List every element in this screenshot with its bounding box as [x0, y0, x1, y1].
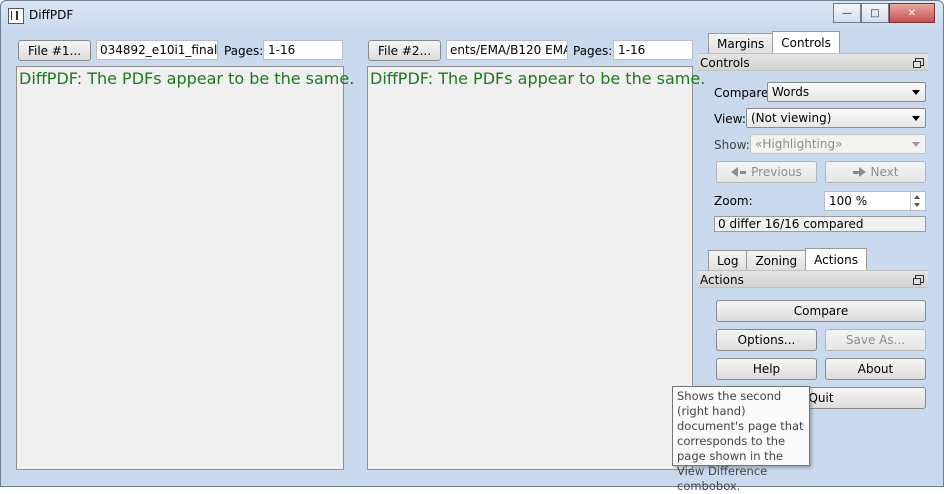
minimize-button[interactable]: — — [833, 3, 861, 23]
close-button[interactable]: ✕ — [889, 3, 935, 23]
options-button[interactable]: Options... — [716, 329, 817, 351]
maximize-button[interactable]: □ — [861, 3, 889, 23]
view-select[interactable]: (Not viewing) — [746, 108, 926, 128]
compare-select[interactable]: Words — [767, 82, 926, 102]
zoom-label: Zoom: — [714, 194, 753, 208]
left-same-message: DiffPDF: The PDFs appear to be the same. — [19, 69, 355, 88]
chevron-down-icon — [912, 142, 920, 147]
top-tab-bar: Margins Controls — [708, 31, 840, 53]
compare-select-value: Words — [772, 85, 810, 99]
actions-dock-title-label: Actions — [700, 273, 744, 287]
file1-button[interactable]: File #1... — [18, 40, 91, 61]
next-button-label: Next — [870, 165, 899, 179]
file2-pages-label: Pages: — [573, 44, 613, 58]
file2-pages-input[interactable]: 1-16 — [613, 40, 693, 60]
title-bar[interactable]: DiffPDF — □ ✕ — [1, 1, 943, 31]
minimize-icon: — — [842, 7, 852, 19]
previous-button-label: Previous — [751, 165, 802, 179]
right-same-message: DiffPDF: The PDFs appear to be the same. — [370, 69, 706, 88]
controls-dock-title[interactable]: Controls — [698, 53, 928, 71]
float-window-icon[interactable] — [913, 275, 924, 285]
view-select-value: (Not viewing) — [751, 111, 832, 125]
chevron-down-icon — [912, 90, 920, 95]
tab-zoning-label: Zoning — [755, 253, 798, 268]
compare-label: Compare: — [714, 86, 773, 100]
bottom-tab-bar: Log Zoning Actions — [708, 248, 868, 270]
about-button[interactable]: About — [825, 358, 926, 380]
next-button[interactable]: Next — [825, 161, 926, 183]
file1-pages-input[interactable]: 1-16 — [263, 40, 343, 60]
tab-controls-label: Controls — [781, 35, 831, 50]
show-select-value: «Highlighting» — [755, 137, 843, 151]
tooltip: Shows the second (right hand) document's… — [672, 386, 810, 493]
arrow-left-icon — [731, 167, 739, 177]
file2-path-input[interactable]: ents/EMA/B120 EMA.pdf — [446, 40, 568, 60]
window-title: DiffPDF — [29, 8, 74, 22]
compare-button[interactable]: Compare — [716, 300, 926, 322]
tab-controls[interactable]: Controls — [772, 31, 840, 53]
app-icon — [8, 8, 24, 24]
previous-button[interactable]: Previous — [716, 161, 817, 183]
zoom-stepper[interactable] — [910, 192, 925, 210]
zoom-value: 100 % — [829, 194, 868, 208]
spin-up-icon[interactable] — [914, 195, 920, 199]
save-as-button[interactable]: Save As... — [825, 329, 926, 351]
tab-margins[interactable]: Margins — [708, 33, 774, 53]
spin-down-icon[interactable] — [914, 203, 920, 207]
chevron-down-icon — [912, 116, 920, 121]
show-label: Show: — [714, 138, 750, 152]
tab-log[interactable]: Log — [708, 250, 748, 270]
tab-log-label: Log — [717, 253, 739, 268]
file1-path-input[interactable]: 034892_e10i1_final.pdf — [96, 40, 218, 60]
arrow-left-icon-shaft — [740, 170, 747, 174]
file2-button[interactable]: File #2... — [368, 40, 441, 61]
actions-dock-title[interactable]: Actions — [698, 270, 928, 288]
tab-zoning[interactable]: Zoning — [746, 250, 807, 270]
controls-dock-title-label: Controls — [700, 56, 750, 70]
help-button[interactable]: Help — [716, 358, 817, 380]
tab-actions-label: Actions — [814, 252, 859, 267]
left-document-view[interactable]: DiffPDF: The PDFs appear to be the same. — [16, 66, 354, 470]
close-icon: ✕ — [907, 7, 917, 19]
status-label: 0 differ 16/16 compared — [714, 216, 926, 232]
view-label: View: — [714, 112, 746, 126]
zoom-spinbox[interactable]: 100 % — [824, 191, 926, 211]
file1-pages-label: Pages: — [224, 44, 264, 58]
right-document-view[interactable]: DiffPDF: The PDFs appear to be the same. — [367, 66, 705, 470]
tab-margins-label: Margins — [717, 36, 765, 51]
arrow-right-icon — [858, 167, 866, 177]
maximize-icon: □ — [870, 7, 880, 19]
tab-actions[interactable]: Actions — [805, 248, 868, 270]
show-select[interactable]: «Highlighting» — [750, 134, 926, 154]
float-window-icon[interactable] — [913, 58, 924, 68]
